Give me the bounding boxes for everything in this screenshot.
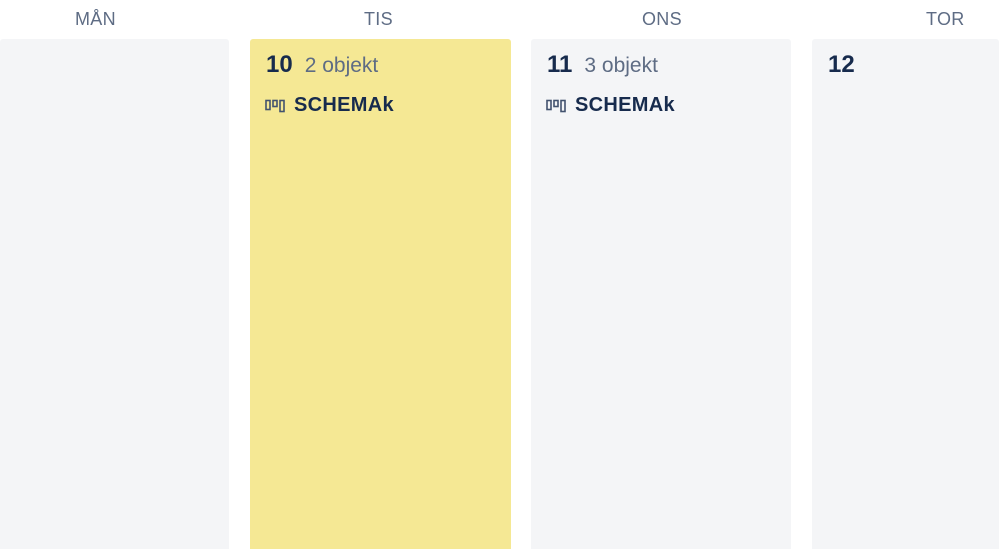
board-entry[interactable]: SCHEMAk xyxy=(265,94,394,117)
day-cell-wed[interactable]: 11 3 objekt SCHEMAk xyxy=(531,39,791,549)
day-header-wed: ONS xyxy=(642,9,682,29)
board-label: SCHEMAk xyxy=(294,94,394,116)
day-header-thu: TOR xyxy=(926,9,965,29)
day-cell-header: 12 xyxy=(828,51,855,79)
week-calendar: MÅN TIS ONS TOR 10 2 objekt SCHEMAk 11 3… xyxy=(0,0,999,549)
day-header-mon: MÅN xyxy=(75,9,116,29)
day-number: 12 xyxy=(828,51,855,78)
board-entry[interactable]: SCHEMAk xyxy=(546,94,675,117)
day-number: 11 xyxy=(547,51,573,78)
day-cell-tue[interactable]: 10 2 objekt SCHEMAk xyxy=(250,39,511,549)
day-cell-header: 11 3 objekt xyxy=(547,51,658,79)
day-header-tue: TIS xyxy=(364,9,393,29)
item-count[interactable]: 2 objekt xyxy=(305,54,379,78)
board-columns-icon xyxy=(265,99,285,113)
day-cell-header: 10 2 objekt xyxy=(266,51,378,79)
board-label: SCHEMAk xyxy=(575,94,675,116)
day-number: 10 xyxy=(266,51,293,78)
item-count[interactable]: 3 objekt xyxy=(584,54,658,78)
board-columns-icon xyxy=(546,99,566,113)
day-cell-thu[interactable]: 12 xyxy=(812,39,999,549)
day-cell-mon[interactable] xyxy=(0,39,229,549)
